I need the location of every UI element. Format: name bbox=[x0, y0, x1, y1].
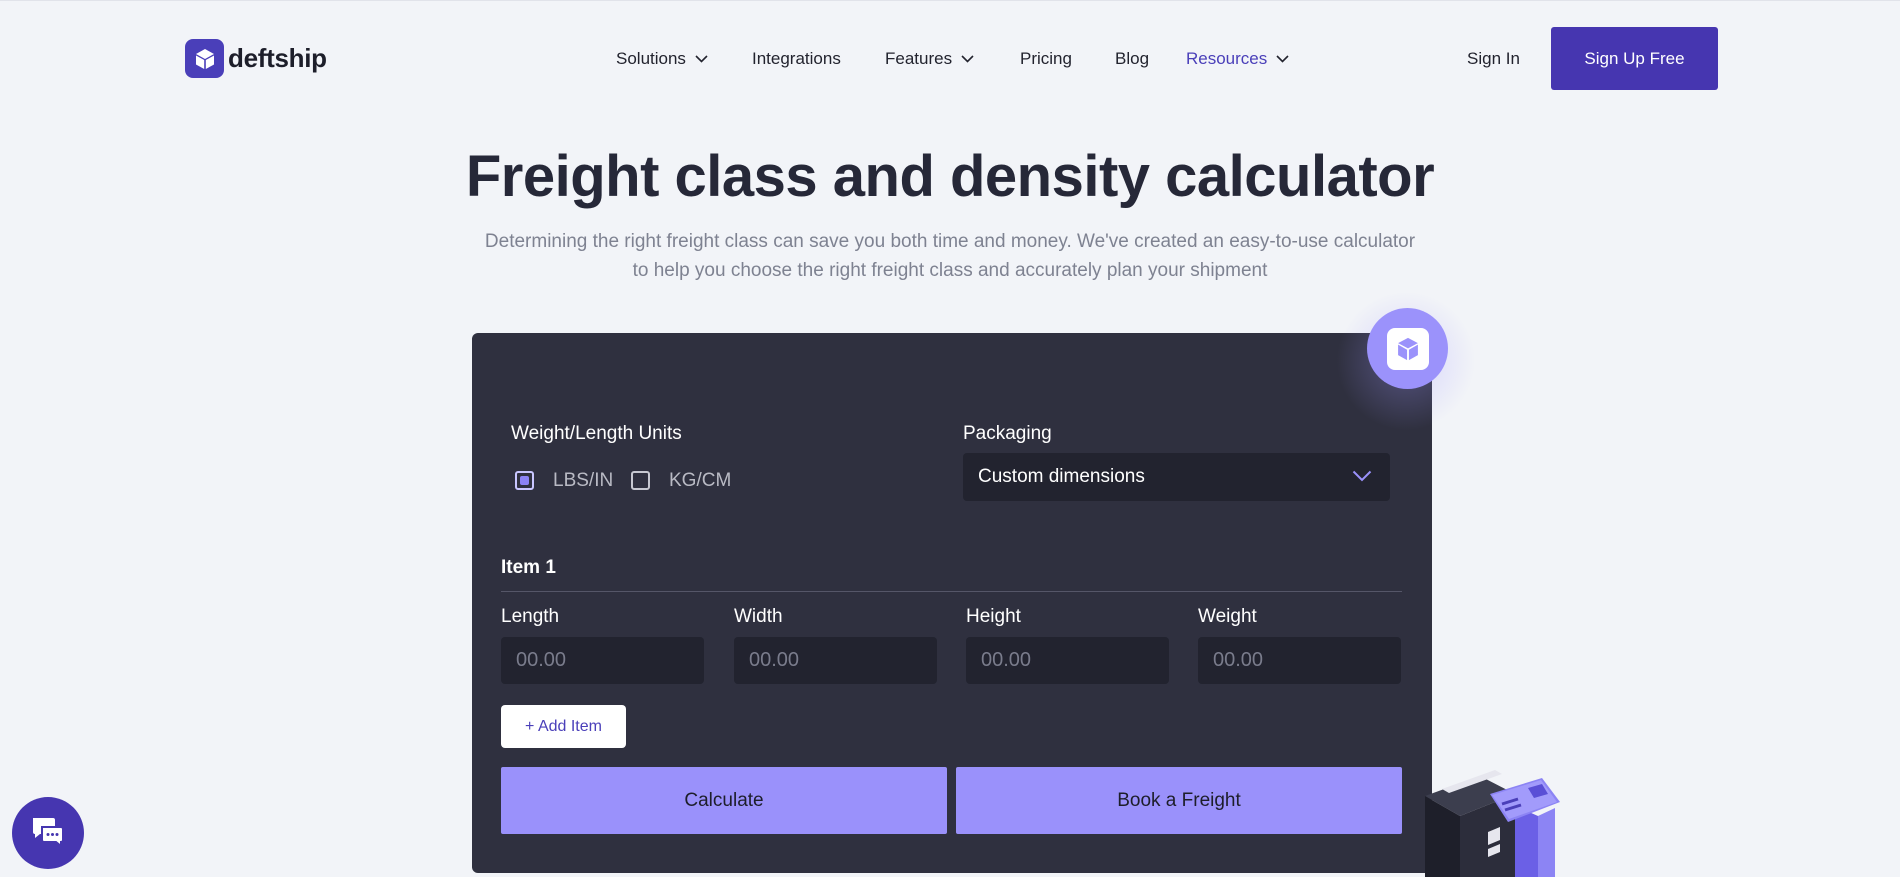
length-input[interactable] bbox=[501, 637, 704, 684]
nav-label: Solutions bbox=[616, 49, 686, 68]
nav-integrations[interactable]: Integrations bbox=[752, 49, 841, 69]
subtitle-line: to help you choose the right freight cla… bbox=[632, 260, 1268, 281]
chevron-down-icon bbox=[1276, 55, 1289, 63]
item-divider bbox=[501, 591, 1402, 592]
nav-label: Blog bbox=[1115, 49, 1150, 68]
height-input[interactable] bbox=[966, 637, 1169, 684]
calculate-button[interactable]: Calculate bbox=[501, 767, 947, 834]
nav-blog[interactable]: Blog bbox=[1115, 49, 1149, 69]
nav-features[interactable]: Features bbox=[885, 49, 974, 69]
nav-label: Resources bbox=[1186, 49, 1268, 68]
unit-label-kg-cm[interactable]: KG/CM bbox=[669, 470, 731, 492]
nav-pricing[interactable]: Pricing bbox=[1020, 49, 1072, 69]
nav-label: Features bbox=[885, 49, 953, 68]
box-illustration-icon bbox=[1420, 756, 1565, 877]
cube-icon bbox=[1386, 327, 1429, 370]
nav-solutions[interactable]: Solutions bbox=[616, 49, 708, 69]
weight-input[interactable] bbox=[1198, 637, 1401, 684]
chat-launcher[interactable] bbox=[12, 797, 84, 869]
packaging-label: Packaging bbox=[963, 423, 1052, 444]
nav-resources[interactable]: Resources bbox=[1186, 49, 1289, 69]
item-title: Item 1 bbox=[501, 557, 556, 578]
chevron-down-icon bbox=[695, 55, 708, 63]
packaging-value: Custom dimensions bbox=[978, 466, 1145, 487]
page-subtitle: Determining the right freight class can … bbox=[450, 227, 1450, 285]
chevron-down-icon bbox=[961, 55, 974, 63]
width-input[interactable] bbox=[734, 637, 937, 684]
unit-checkbox-lbs-in[interactable] bbox=[515, 471, 534, 490]
nav-label: Pricing bbox=[1020, 49, 1072, 68]
add-item-button[interactable]: + Add Item bbox=[501, 705, 626, 748]
length-label: Length bbox=[501, 606, 560, 627]
height-label: Height bbox=[966, 606, 1021, 627]
page-title: Freight class and density calculator bbox=[465, 144, 1435, 209]
nav-label: Integrations bbox=[752, 49, 841, 68]
subtitle-line: Determining the right freight class can … bbox=[484, 231, 1416, 252]
packaging-select[interactable]: Custom dimensions bbox=[963, 453, 1390, 501]
calculator-badge bbox=[1367, 308, 1448, 389]
sign-up-button[interactable]: Sign Up Free bbox=[1551, 27, 1718, 90]
chat-icon bbox=[30, 815, 66, 852]
book-freight-button[interactable]: Book a Freight bbox=[956, 767, 1402, 834]
sign-in-link[interactable]: Sign In bbox=[1467, 49, 1520, 69]
chevron-down-icon bbox=[1352, 466, 1372, 488]
unit-checkbox-kg-cm[interactable] bbox=[631, 471, 650, 490]
width-label: Width bbox=[734, 606, 783, 627]
unit-label-lbs-in[interactable]: LBS/IN bbox=[553, 470, 613, 492]
weight-label: Weight bbox=[1198, 606, 1257, 627]
units-label: Weight/Length Units bbox=[511, 423, 682, 444]
